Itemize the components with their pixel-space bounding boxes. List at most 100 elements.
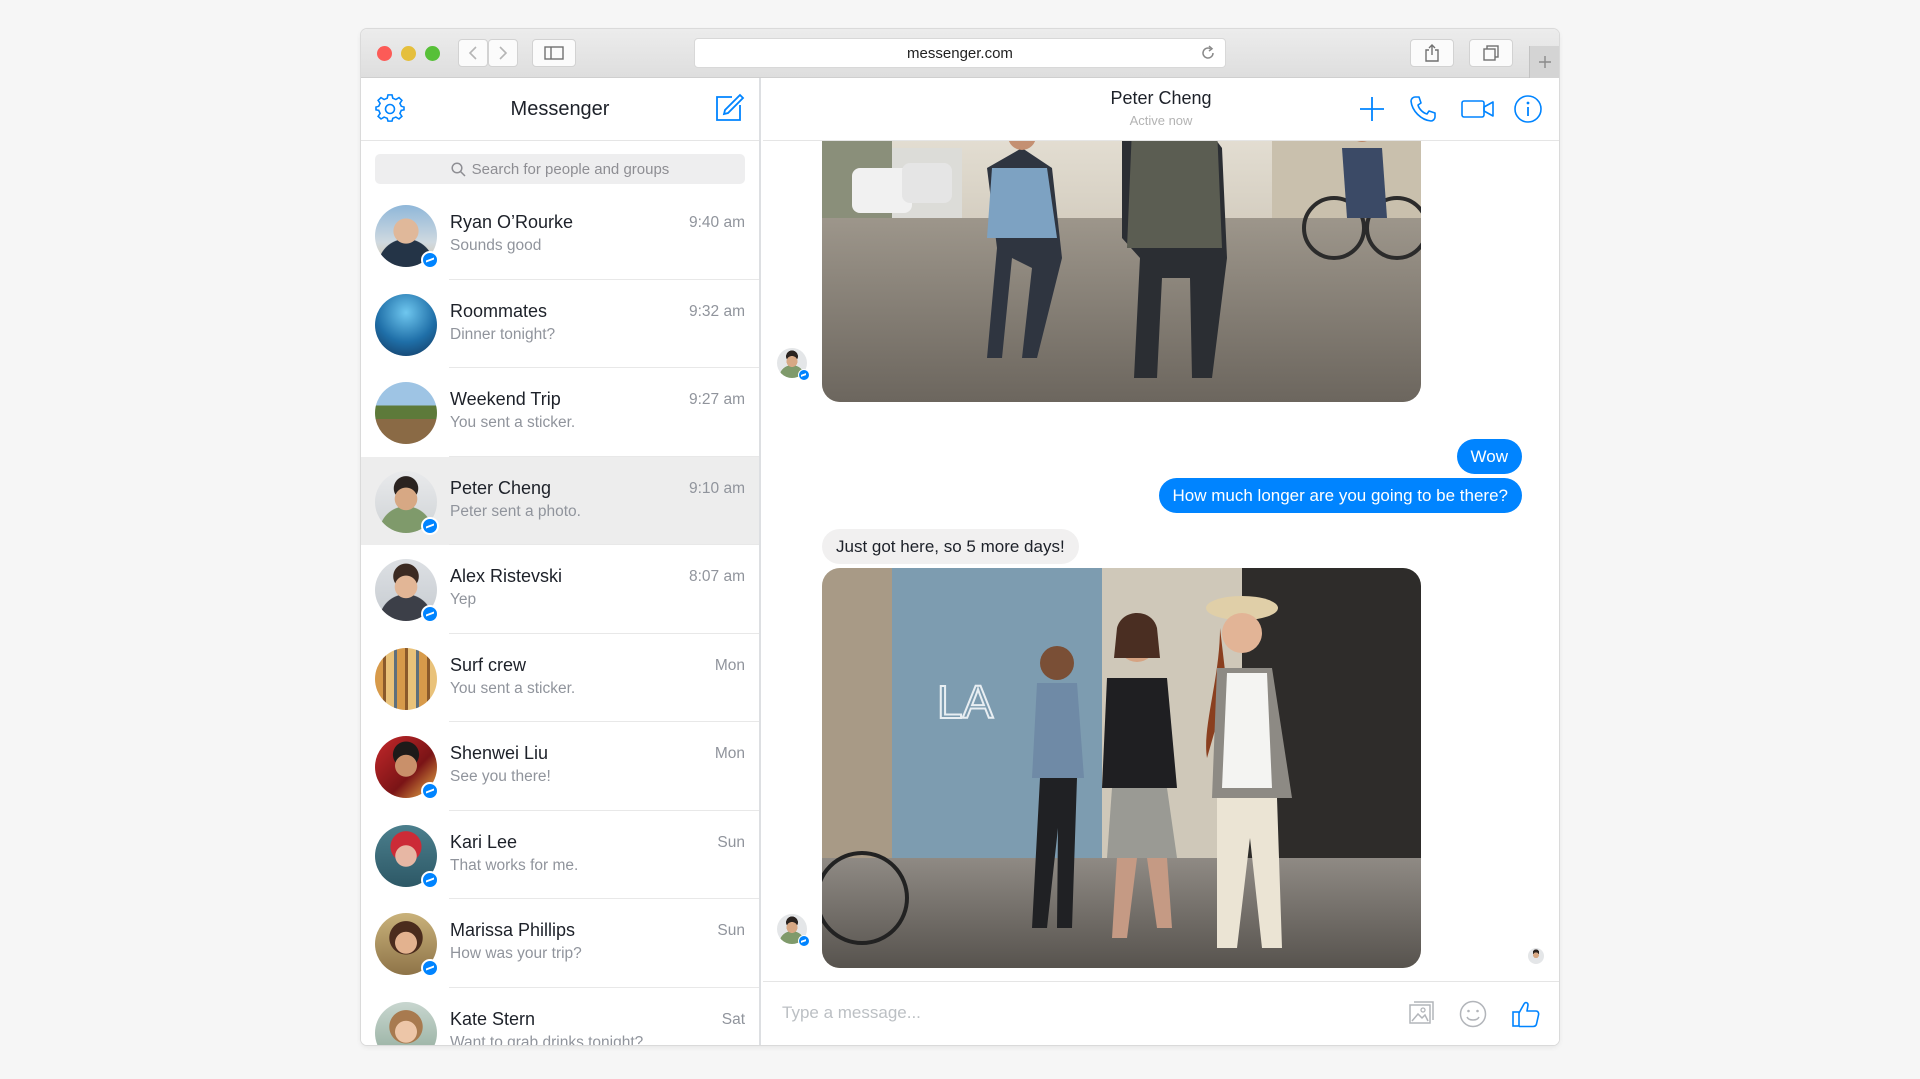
avatar: [375, 470, 439, 535]
avatar: [375, 559, 439, 623]
outgoing-message[interactable]: Wow: [1456, 439, 1522, 474]
conversation-name: Surf crew: [450, 654, 527, 675]
conversation-time: Sat: [721, 1010, 745, 1028]
conversation-name: Shenwei Liu: [450, 743, 549, 763]
chevron-right-icon: [499, 46, 508, 60]
messenger-badge-icon: [421, 870, 439, 889]
conversation-kari-lee[interactable]: Kari Lee That works for me. Sun: [361, 811, 759, 900]
back-button[interactable]: [458, 39, 488, 67]
avatar: [375, 824, 439, 889]
conversation-time: 8:07 am: [688, 568, 745, 585]
new-tab-button[interactable]: [1529, 46, 1559, 78]
close-window-button[interactable]: [377, 46, 392, 61]
avatar: [375, 736, 439, 800]
conversation-snippet: You sent a sticker.: [450, 679, 576, 697]
conversation-time: 9:27 am: [688, 391, 745, 408]
add-people-icon[interactable]: [1357, 94, 1387, 124]
messenger-badge-icon: [421, 959, 439, 977]
messenger-badge-icon: [421, 516, 439, 535]
conversation-shenwei-liu[interactable]: Shenwei Liu See you there! Mon: [361, 722, 759, 811]
zoom-window-button[interactable]: [425, 46, 440, 61]
thread-panel: Peter Cheng Active now Wow How much long…: [763, 78, 1559, 1045]
outgoing-message[interactable]: How much longer are you going to be ther…: [1158, 478, 1522, 513]
photo-icon[interactable]: [1406, 999, 1436, 1029]
photo-three-women-walking: LA: [822, 568, 1421, 968]
shared-photo-couple-street[interactable]: [822, 108, 1421, 402]
messenger-badge-icon: [421, 251, 439, 269]
share-icon: [1425, 44, 1439, 62]
avatar: [375, 293, 437, 356]
conversation-alex-ristevski[interactable]: Alex Ristevski Yep 8:07 am: [361, 545, 759, 634]
conversation-snippet: That works for me.: [450, 856, 579, 874]
conversation-time: 9:10 am: [688, 479, 745, 497]
conversation-snippet: You sent a sticker.: [450, 414, 576, 431]
conversation-surf-crew[interactable]: Surf crew You sent a sticker. Mon: [361, 634, 759, 723]
messenger-badge-icon: [798, 935, 810, 947]
emoji-icon[interactable]: [1458, 999, 1488, 1029]
video-camera-icon[interactable]: [1460, 94, 1496, 124]
conversation-list: Ryan O’Rourke Sounds good 9:40 am Roomma…: [361, 191, 759, 1045]
search-placeholder: Search for people and groups: [471, 160, 670, 178]
thread-contact-name: Peter Cheng: [1110, 88, 1212, 108]
conversation-roommates[interactable]: Roommates Dinner tonight? 9:32 am: [361, 280, 759, 369]
incoming-message[interactable]: Just got here, so 5 more days!: [822, 529, 1079, 564]
url-text: messenger.com: [907, 44, 1013, 62]
avatar: [375, 1001, 437, 1045]
conversation-name: Kari Lee: [450, 831, 518, 852]
minimize-window-button[interactable]: [401, 46, 416, 61]
conversation-time: Sun: [717, 922, 745, 939]
plus-icon: [1538, 56, 1551, 68]
info-icon[interactable]: [1513, 94, 1543, 124]
browser-toolbar: messenger.com: [361, 29, 1559, 78]
photo-couple-walking: [822, 108, 1421, 402]
conversation-marissa-phillips[interactable]: Marissa Phillips How was your trip? Sun: [361, 899, 759, 988]
shared-photo-friends-walking[interactable]: LA: [822, 568, 1421, 968]
conversation-name: Marissa Phillips: [450, 920, 576, 940]
chevron-left-icon: [468, 46, 477, 60]
conversation-weekend-trip[interactable]: Weekend Trip You sent a sticker. 9:27 am: [361, 368, 759, 457]
conversation-peter-cheng[interactable]: Peter Cheng Peter sent a photo. 9:10 am: [361, 456, 759, 545]
read-receipt-avatar: [1528, 948, 1544, 964]
sidebar-header: Messenger: [361, 78, 759, 141]
conversation-sidebar: Messenger Search for people and groups R…: [361, 78, 761, 1045]
conversation-snippet: How was your trip?: [450, 945, 582, 962]
conversation-time: 9:32 am: [688, 302, 745, 320]
address-bar[interactable]: messenger.com: [694, 38, 1226, 68]
conversation-snippet: Peter sent a photo.: [450, 502, 581, 520]
conversation-kate-stern[interactable]: Kate Stern Want to grab drinks tonight? …: [361, 988, 759, 1046]
avatar: [375, 647, 437, 710]
share-button[interactable]: [1410, 39, 1454, 67]
conversation-time: 9:40 am: [688, 214, 745, 231]
compose-icon[interactable]: [713, 92, 745, 124]
thread-contact-status: Active now: [1129, 113, 1193, 128]
forward-button[interactable]: [488, 39, 518, 67]
contact-mini-avatar: [777, 914, 810, 947]
conversation-name: Peter Cheng: [450, 477, 552, 498]
conversation-snippet: See you there!: [450, 768, 551, 785]
tabs-icon: [1483, 45, 1499, 61]
conversation-name: Kate Stern: [450, 1008, 536, 1029]
conversation-name: Roommates: [450, 300, 548, 321]
sidebar-icon: [544, 46, 564, 60]
reload-icon[interactable]: [1199, 44, 1217, 62]
contact-mini-avatar: [777, 348, 810, 381]
avatar: [375, 913, 439, 977]
conversation-snippet: Yep: [450, 591, 477, 608]
avatar: [375, 382, 437, 444]
svg-text:LA: LA: [937, 676, 994, 728]
sidebar-toggle-button[interactable]: [532, 39, 576, 67]
message-input[interactable]: Type a message...: [782, 1003, 921, 1023]
tabs-overview-button[interactable]: [1469, 39, 1513, 67]
conversation-ryan-orourke[interactable]: Ryan O’Rourke Sounds good 9:40 am: [361, 191, 759, 280]
phone-icon[interactable]: [1408, 94, 1438, 124]
conversation-time: Sun: [717, 833, 745, 851]
thumbs-up-icon[interactable]: [1511, 999, 1541, 1029]
sidebar-title: Messenger: [510, 97, 610, 120]
avatar: [375, 205, 439, 269]
messenger-badge-icon: [798, 369, 810, 381]
messenger-badge-icon: [421, 782, 439, 800]
conversation-snippet: Dinner tonight?: [450, 325, 556, 343]
conversation-snippet: Want to grab drinks tonight?: [450, 1033, 644, 1046]
settings-gear-icon[interactable]: [375, 94, 405, 124]
search-input[interactable]: Search for people and groups: [375, 154, 745, 184]
